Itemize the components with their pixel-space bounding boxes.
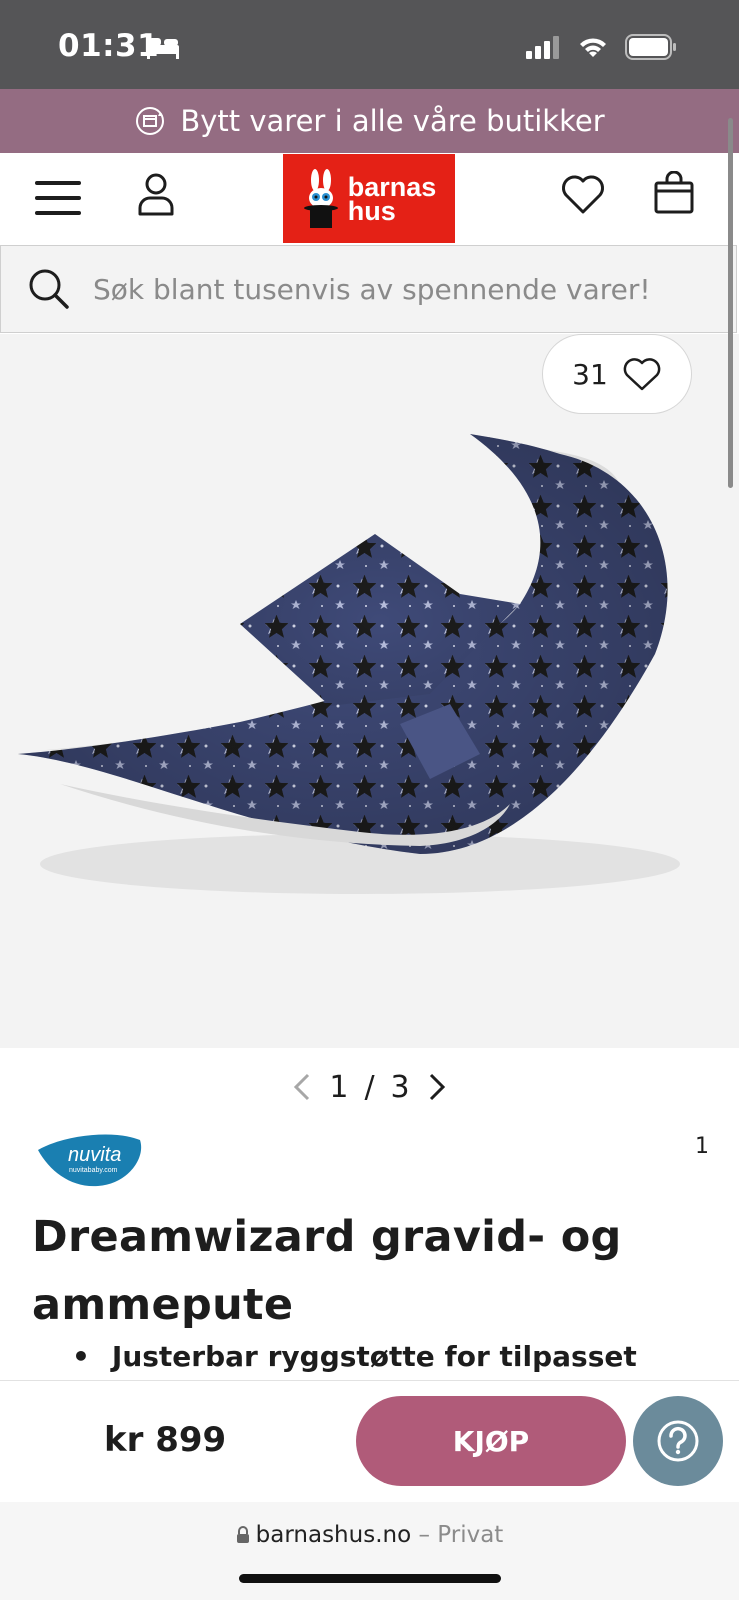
- url-bar[interactable]: barnashus.no – Privat: [0, 1522, 739, 1548]
- shopping-bag-icon: [654, 171, 694, 214]
- favorite-count-button[interactable]: 31: [542, 334, 692, 414]
- logo-text-line2: hus: [347, 195, 396, 226]
- product-rating[interactable]: 1: [675, 1134, 709, 1159]
- image-index: 1: [329, 1069, 349, 1105]
- product-image[interactable]: [0, 334, 739, 1048]
- wifi-icon: [580, 38, 606, 57]
- battery-icon: [625, 34, 676, 60]
- scrollbar[interactable]: [728, 118, 733, 488]
- brand-name: nuvita: [68, 1144, 121, 1166]
- user-icon: [138, 173, 174, 216]
- exchange-icon: [136, 107, 165, 135]
- signal-icon: [526, 36, 559, 59]
- home-indicator[interactable]: [239, 1574, 501, 1583]
- search-bar: [0, 245, 737, 333]
- nuvita-logo-icon: nuvita nuvitababy.com: [38, 1134, 142, 1187]
- chevron-left-icon[interactable]: [291, 1072, 313, 1102]
- rabbit-hat-logo-icon: [303, 168, 338, 228]
- brand-logo[interactable]: nuvita nuvitababy.com: [36, 1128, 146, 1192]
- feature-bullet: • Justerbar ryggstøtte for tilpasset: [72, 1340, 637, 1373]
- browsing-mode: – Privat: [418, 1522, 504, 1548]
- logo-text-line1: barnas: [347, 171, 437, 202]
- site-logo[interactable]: barnas hus: [283, 154, 455, 243]
- review-count: 1: [695, 1134, 709, 1159]
- pillow-illustration: [18, 434, 680, 894]
- search-input[interactable]: [91, 271, 695, 307]
- product-title: Dreamwizard gravid- og ammepute: [32, 1212, 622, 1330]
- browser-bar: [0, 1502, 739, 1600]
- image-pager: 1 / 3: [0, 1062, 739, 1112]
- question-mark-icon: [657, 1420, 699, 1462]
- cart-button[interactable]: [652, 170, 696, 216]
- menu-button[interactable]: [32, 176, 84, 220]
- buy-button[interactable]: KJØP: [356, 1396, 626, 1486]
- bed-icon: [147, 38, 179, 59]
- help-button[interactable]: [633, 1396, 723, 1486]
- heart-icon: [562, 175, 604, 214]
- favorite-count: 31: [572, 357, 608, 391]
- image-total: 3: [390, 1069, 410, 1105]
- status-bar: 01:31: [0, 0, 739, 89]
- lock-icon: [236, 1526, 249, 1543]
- wishlist-button[interactable]: [560, 172, 606, 216]
- hamburger-icon: [35, 181, 81, 215]
- search-icon[interactable]: [27, 267, 71, 311]
- heart-outline-icon: [623, 358, 661, 391]
- status-time: 01:31: [58, 28, 160, 64]
- product-price: kr 899: [104, 1420, 227, 1460]
- feature-text: Justerbar ryggstøtte for tilpasset: [111, 1340, 637, 1373]
- account-button[interactable]: [134, 170, 178, 220]
- brand-url: nuvitababy.com: [69, 1167, 118, 1174]
- url-domain: barnashus.no: [255, 1522, 412, 1548]
- chevron-right-icon[interactable]: [426, 1072, 448, 1102]
- promo-banner[interactable]: Bytt varer i alle våre butikker: [0, 89, 739, 153]
- promo-text: Bytt varer i alle våre butikker: [180, 104, 605, 138]
- pager-separator: /: [364, 1069, 375, 1105]
- bullet-dot: •: [72, 1340, 90, 1373]
